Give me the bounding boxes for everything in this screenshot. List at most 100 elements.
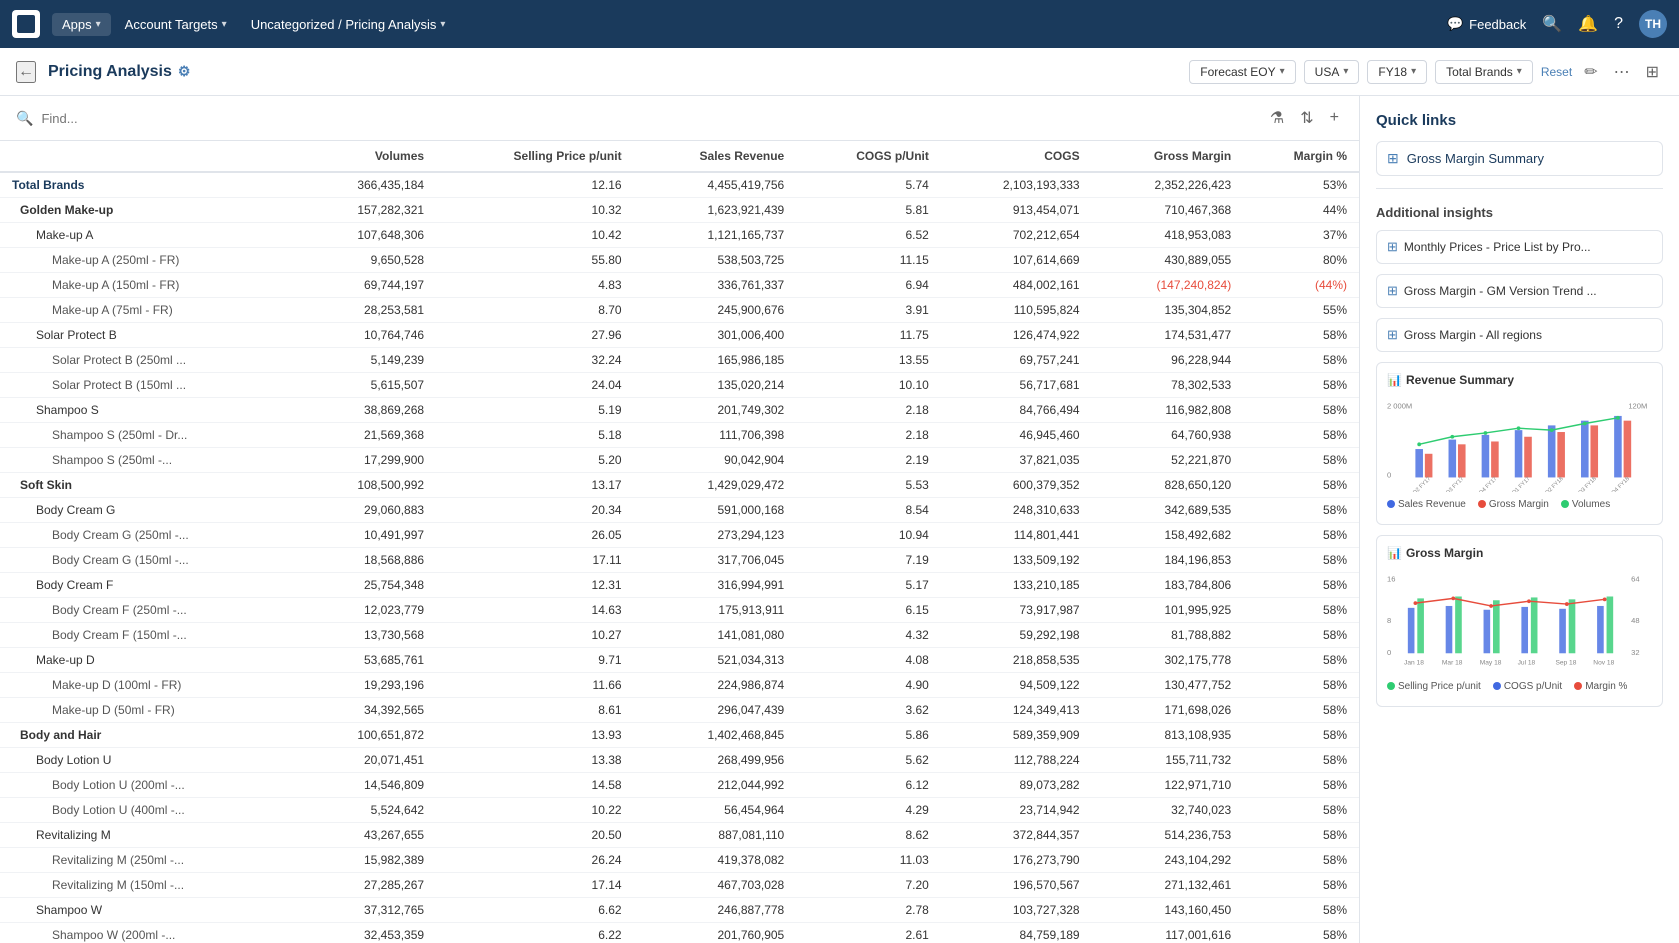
reset-button[interactable]: Reset [1541, 65, 1572, 79]
insight-gm-version-trend[interactable]: ⊞ Gross Margin - GM Version Trend ... [1376, 274, 1663, 308]
app-logo [12, 10, 40, 38]
row-value-cell: 84,766,494 [941, 398, 1092, 423]
row-value-cell: 107,648,306 [300, 223, 436, 248]
table-row: Solar Protect B (150ml ...5,615,50724.04… [0, 373, 1359, 398]
row-value-cell: 58% [1243, 548, 1359, 573]
more-options-button[interactable]: ⋯ [1610, 58, 1634, 86]
row-value-cell: 5.18 [436, 423, 634, 448]
col-header-cogs-unit[interactable]: COGS p/Unit [796, 141, 941, 172]
revenue-chart-svg: 2 000M 0 120M [1387, 397, 1652, 492]
row-value-cell: 58% [1243, 523, 1359, 548]
row-value-cell: 3.62 [796, 698, 941, 723]
row-name-cell: Revitalizing M (250ml -... [0, 848, 300, 873]
table-row: Revitalizing M (150ml -...27,285,26717.1… [0, 873, 1359, 898]
col-header-volumes[interactable]: Volumes [300, 141, 436, 172]
page-title: Pricing Analysis ⚙ [48, 63, 190, 81]
user-avatar[interactable]: TH [1639, 10, 1667, 38]
add-icon-button[interactable]: + [1326, 104, 1343, 132]
filter-icon-button[interactable]: ⚗ [1266, 104, 1288, 132]
row-value-cell: 69,757,241 [941, 348, 1092, 373]
edit-button[interactable]: ✏ [1580, 58, 1601, 86]
table-row: Body Lotion U (200ml -...14,546,80914.58… [0, 773, 1359, 798]
brands-filter-button[interactable]: Total Brands ▾ [1435, 60, 1533, 84]
col-header-cogs[interactable]: COGS [941, 141, 1092, 172]
region-filter-button[interactable]: USA ▾ [1304, 60, 1360, 84]
table-row: Revitalizing M43,267,65520.50887,081,110… [0, 823, 1359, 848]
row-value-cell: 430,889,055 [1092, 248, 1244, 273]
row-value-cell: 20,071,451 [300, 748, 436, 773]
table-row: Make-up D (50ml - FR)34,392,5658.61296,0… [0, 698, 1359, 723]
feedback-button[interactable]: 💬 Feedback [1447, 16, 1526, 32]
current-page-chevron-icon: ▾ [440, 19, 445, 30]
row-value-cell: 828,650,120 [1092, 473, 1244, 498]
col-header-margin-pct[interactable]: Margin % [1243, 141, 1359, 172]
table-row: Body Lotion U (400ml -...5,524,64210.225… [0, 798, 1359, 823]
row-value-cell: 96,228,944 [1092, 348, 1244, 373]
col-header-selling-price[interactable]: Selling Price p/unit [436, 141, 634, 172]
row-value-cell: 111,706,398 [634, 423, 797, 448]
year-filter-button[interactable]: FY18 ▾ [1367, 60, 1427, 84]
table-row: Make-up D53,685,7619.71521,034,3134.0821… [0, 648, 1359, 673]
col-header-gross-margin[interactable]: Gross Margin [1092, 141, 1244, 172]
row-value-cell: 141,081,080 [634, 623, 797, 648]
row-value-cell: 124,349,413 [941, 698, 1092, 723]
row-value-cell: 69,744,197 [300, 273, 436, 298]
table-row: Body Cream G29,060,88320.34591,000,1688.… [0, 498, 1359, 523]
insight-gm-all-regions[interactable]: ⊞ Gross Margin - All regions [1376, 318, 1663, 352]
row-value-cell: 133,210,185 [941, 573, 1092, 598]
row-name-cell: Body Cream F [0, 573, 300, 598]
row-value-cell: 58% [1243, 923, 1359, 943]
row-name-cell: Body Cream F (250ml -... [0, 598, 300, 623]
row-value-cell: 419,378,082 [634, 848, 797, 873]
svg-text:0: 0 [1387, 648, 1391, 657]
insight-monthly-prices[interactable]: ⊞ Monthly Prices - Price List by Pro... [1376, 230, 1663, 264]
row-value-cell: 17,299,900 [300, 448, 436, 473]
row-value-cell: 101,995,925 [1092, 598, 1244, 623]
row-value-cell: 58% [1243, 398, 1359, 423]
search-input[interactable] [41, 111, 1257, 126]
row-value-cell: 116,982,808 [1092, 398, 1244, 423]
apps-nav-button[interactable]: Apps ▾ [52, 13, 111, 36]
gm-version-trend-icon: ⊞ [1387, 283, 1398, 299]
svg-text:Q1 FY17: Q1 FY17 [1511, 476, 1531, 492]
svg-text:Q4 FY17: Q4 FY17 [1478, 476, 1498, 492]
row-name-cell: Body Cream G (250ml -... [0, 523, 300, 548]
row-value-cell: 58% [1243, 898, 1359, 923]
row-name-cell: Make-up A (150ml - FR) [0, 273, 300, 298]
row-value-cell: 10.27 [436, 623, 634, 648]
search-bar: 🔍 ⚗ ⇅ + [0, 96, 1359, 141]
row-value-cell: (147,240,824) [1092, 273, 1244, 298]
row-value-cell: 10.42 [436, 223, 634, 248]
help-icon-button[interactable]: ? [1614, 15, 1623, 33]
search-icon: 🔍 [16, 110, 33, 127]
section-divider [1376, 188, 1663, 189]
row-value-cell: 27,285,267 [300, 873, 436, 898]
row-value-cell: 37,312,765 [300, 898, 436, 923]
gm-chart-section: 📊 Gross Margin 16 8 0 64 48 32 [1376, 535, 1663, 707]
table-row: Soft Skin108,500,99213.171,429,029,4725.… [0, 473, 1359, 498]
row-value-cell: 89,073,282 [941, 773, 1092, 798]
account-targets-nav-button[interactable]: Account Targets ▾ [115, 13, 237, 36]
row-value-cell: 9,650,528 [300, 248, 436, 273]
table-row: Make-up D (100ml - FR)19,293,19611.66224… [0, 673, 1359, 698]
row-value-cell: 55% [1243, 298, 1359, 323]
row-value-cell: 10,764,746 [300, 323, 436, 348]
row-name-cell: Body Cream G (150ml -... [0, 548, 300, 573]
expand-button[interactable]: ⊞ [1642, 58, 1663, 86]
col-header-sales-revenue[interactable]: Sales Revenue [634, 141, 797, 172]
row-value-cell: 5.81 [796, 198, 941, 223]
bell-icon-button[interactable]: 🔔 [1578, 14, 1598, 34]
row-name-cell: Body Lotion U [0, 748, 300, 773]
row-value-cell: 64,760,938 [1092, 423, 1244, 448]
quick-link-gross-margin-summary[interactable]: ⊞ Gross Margin Summary [1376, 141, 1663, 176]
row-value-cell: 1,121,165,737 [634, 223, 797, 248]
page-settings-icon[interactable]: ⚙ [178, 63, 191, 80]
forecast-filter-button[interactable]: Forecast EOY ▾ [1189, 60, 1295, 84]
search-icon-button[interactable]: 🔍 [1542, 14, 1562, 34]
row-value-cell: 6.62 [436, 898, 634, 923]
row-value-cell: 103,727,328 [941, 898, 1092, 923]
back-button[interactable]: ← [16, 61, 36, 83]
region-chevron-icon: ▾ [1343, 66, 1348, 77]
current-page-nav-button[interactable]: Uncategorized / Pricing Analysis ▾ [241, 13, 456, 36]
sort-icon-button[interactable]: ⇅ [1296, 104, 1317, 132]
